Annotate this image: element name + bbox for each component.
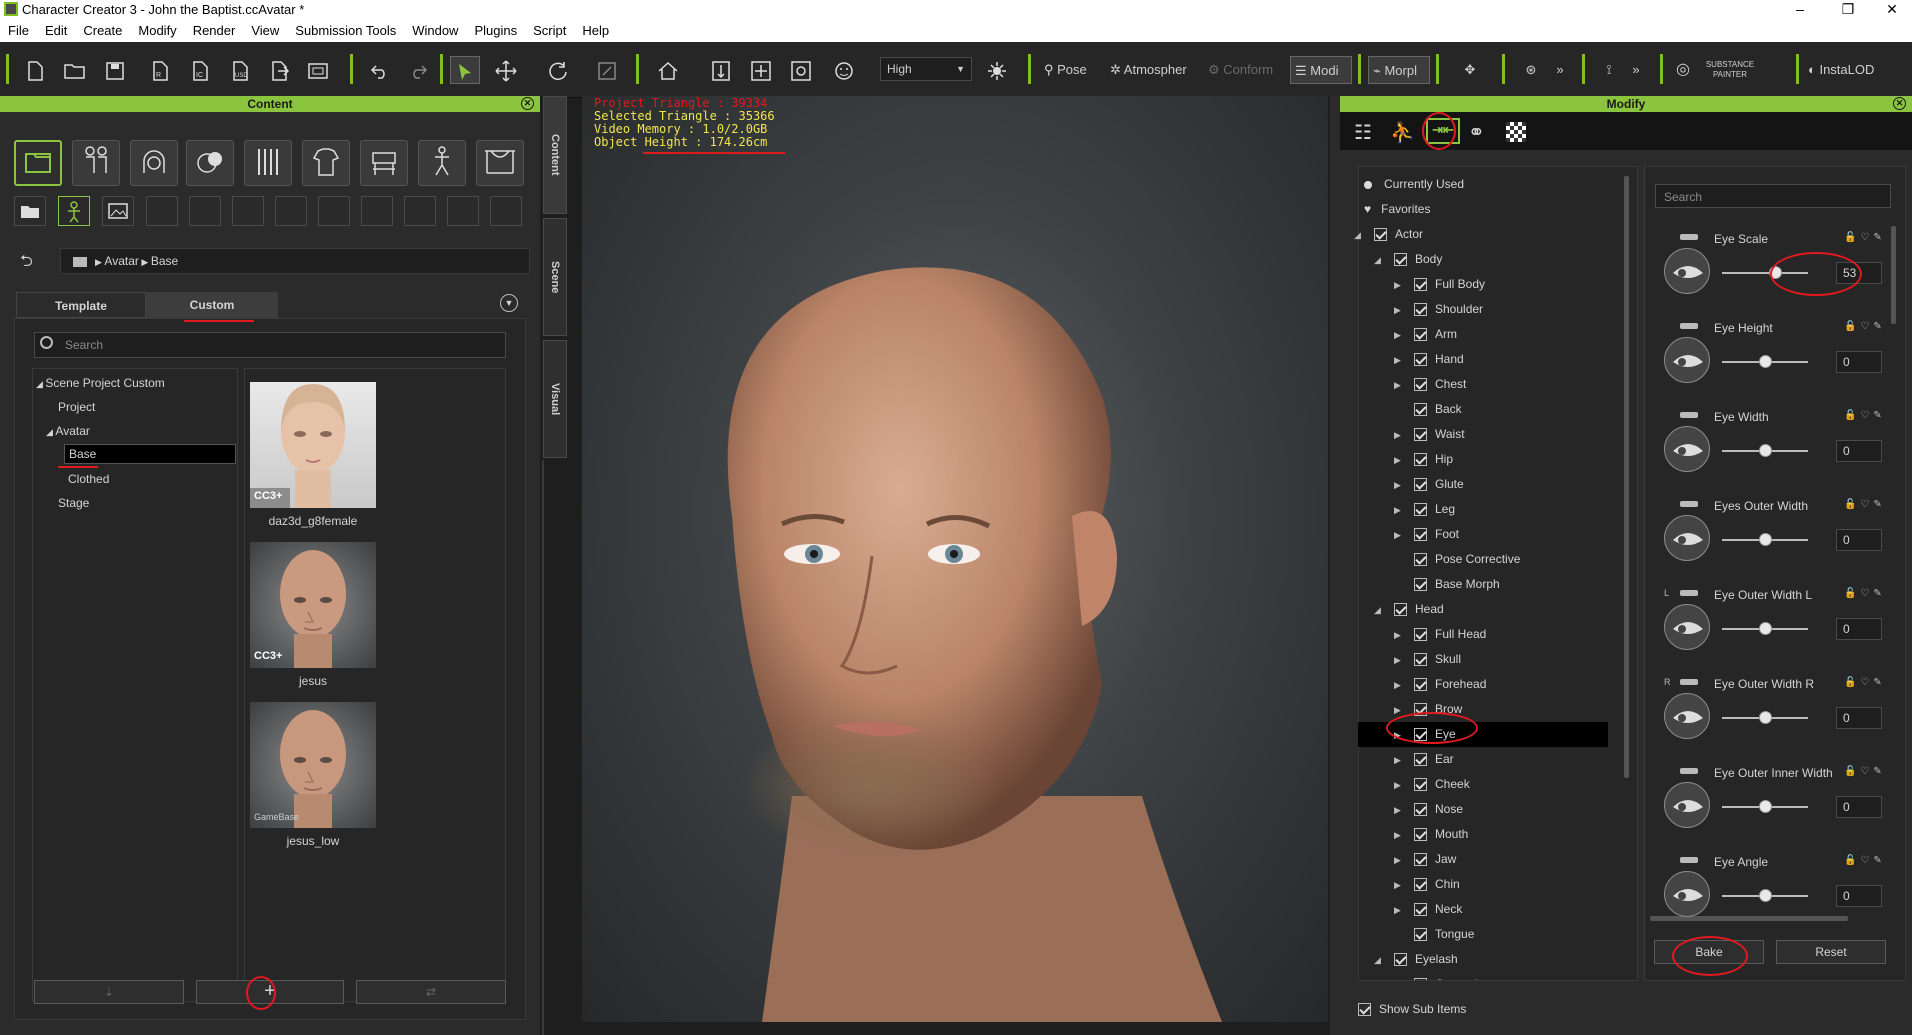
slider-label: Eye Outer Width L [1714, 588, 1813, 602]
morph-tree-label: Tongue [1435, 927, 1475, 941]
collapse-arrow-icon[interactable]: ◢ [1374, 948, 1386, 973]
preview-toggle-icon[interactable] [1680, 234, 1698, 240]
slider-label: Eyes Outer Width [1714, 499, 1809, 513]
eye-morph-icon [1664, 782, 1710, 828]
slider-tools-icon[interactable]: 🔓♡✎ [1844, 321, 1886, 332]
download-button[interactable]: ⇣ [34, 980, 184, 1004]
morph-slider-row: Eye Width 🔓♡✎ 0 [1660, 406, 1890, 495]
annotation-circle [1422, 112, 1456, 150]
checkbox-icon[interactable] [1414, 978, 1427, 980]
checkbox-icon[interactable] [1414, 928, 1427, 942]
annotation-underline [184, 320, 254, 322]
preview-toggle-icon[interactable] [1680, 590, 1698, 596]
eye-morph-icon [1664, 426, 1710, 472]
checkbox-icon[interactable] [1394, 953, 1407, 967]
slider-label: Eye Height [1714, 321, 1773, 335]
slider-tools-icon[interactable]: 🔓♡✎ [1844, 677, 1886, 688]
slider-label: Eye Width [1714, 410, 1769, 424]
show-sub-items-label: Show Sub Items [1379, 1002, 1467, 1016]
preview-toggle-icon[interactable] [1680, 412, 1698, 418]
morph-tree-node[interactable]: Tongue [1394, 922, 1474, 947]
morph-slider-row: L Eye Outer Width L 🔓♡✎ 0 [1660, 584, 1890, 673]
slider-label: Eye Outer Inner Width [1714, 766, 1833, 780]
slider-thumb[interactable] [1759, 889, 1772, 902]
morph-slider-row: Eye Angle 🔓♡✎ 0 [1660, 851, 1890, 918]
morph-tree-node[interactable]: General [1394, 972, 1478, 980]
slider-tools-icon[interactable]: 🔓♡✎ [1844, 232, 1886, 243]
preview-toggle-icon[interactable] [1680, 857, 1698, 863]
annotation-circle [1672, 936, 1748, 976]
slider-thumb[interactable] [1759, 533, 1772, 546]
morph-tree-label: Eyelash [1415, 952, 1458, 966]
eye-morph-icon [1664, 871, 1710, 917]
slider-tools-icon[interactable]: 🔓♡✎ [1844, 588, 1886, 599]
replace-button[interactable]: ⇄ [356, 980, 506, 1004]
slider-value-input[interactable]: 0 [1836, 440, 1882, 462]
show-sub-items-toggle[interactable]: Show Sub Items [1358, 1002, 1467, 1017]
preview-toggle-icon[interactable] [1680, 501, 1698, 507]
side-prefix: R [1664, 677, 1671, 687]
preview-toggle-icon[interactable] [1680, 679, 1698, 685]
slider-thumb[interactable] [1759, 444, 1772, 457]
eye-morph-icon [1664, 337, 1710, 383]
morph-tree-label: General [1435, 977, 1478, 980]
slider-thumb[interactable] [1759, 355, 1772, 368]
annotation-circle [1386, 712, 1478, 744]
slider-tools-icon[interactable]: 🔓♡✎ [1844, 410, 1886, 421]
annotation-circle [1770, 252, 1862, 296]
reset-button[interactable]: Reset [1776, 940, 1886, 964]
morph-tree-node[interactable]: ◢ Eyelash [1374, 947, 1458, 972]
annotation-underline [58, 466, 98, 468]
morph-slider-row: Eyes Outer Width 🔓♡✎ 0 [1660, 495, 1890, 584]
slider-label: Eye Outer Width R [1714, 677, 1815, 691]
preview-toggle-icon[interactable] [1680, 323, 1698, 329]
slider-value-input[interactable]: 0 [1836, 529, 1882, 551]
slider-tools-icon[interactable]: 🔓♡✎ [1844, 766, 1886, 777]
eye-morph-icon [1664, 248, 1710, 294]
slider-value-input[interactable]: 0 [1836, 885, 1882, 907]
slider-tools-icon[interactable]: 🔓♡✎ [1844, 855, 1886, 866]
slider-label: Eye Angle [1714, 855, 1769, 869]
slider-thumb[interactable] [1759, 622, 1772, 635]
eye-morph-icon [1664, 604, 1710, 650]
side-prefix: L [1664, 588, 1670, 598]
preview-toggle-icon[interactable] [1680, 768, 1698, 774]
slider-value-input[interactable]: 0 [1836, 707, 1882, 729]
annotation-circle [246, 976, 276, 1010]
eye-morph-icon [1664, 693, 1710, 739]
slider-tools-icon[interactable]: 🔓♡✎ [1844, 499, 1886, 510]
slider-label: Eye Scale [1714, 232, 1769, 246]
slider-thumb[interactable] [1759, 711, 1772, 724]
slider-thumb[interactable] [1759, 800, 1772, 813]
checkbox-icon [1358, 1003, 1371, 1017]
slider-value-input[interactable]: 0 [1836, 796, 1882, 818]
slider-value-input[interactable]: 0 [1836, 618, 1882, 640]
slider-value-input[interactable]: 0 [1836, 351, 1882, 373]
eye-morph-icon [1664, 515, 1710, 561]
morph-slider-row: Eye Outer Inner Width 🔓♡✎ 0 [1660, 762, 1890, 851]
morph-slider-row: Eye Height 🔓♡✎ 0 [1660, 317, 1890, 406]
morph-slider-row: R Eye Outer Width R 🔓♡✎ 0 [1660, 673, 1890, 762]
